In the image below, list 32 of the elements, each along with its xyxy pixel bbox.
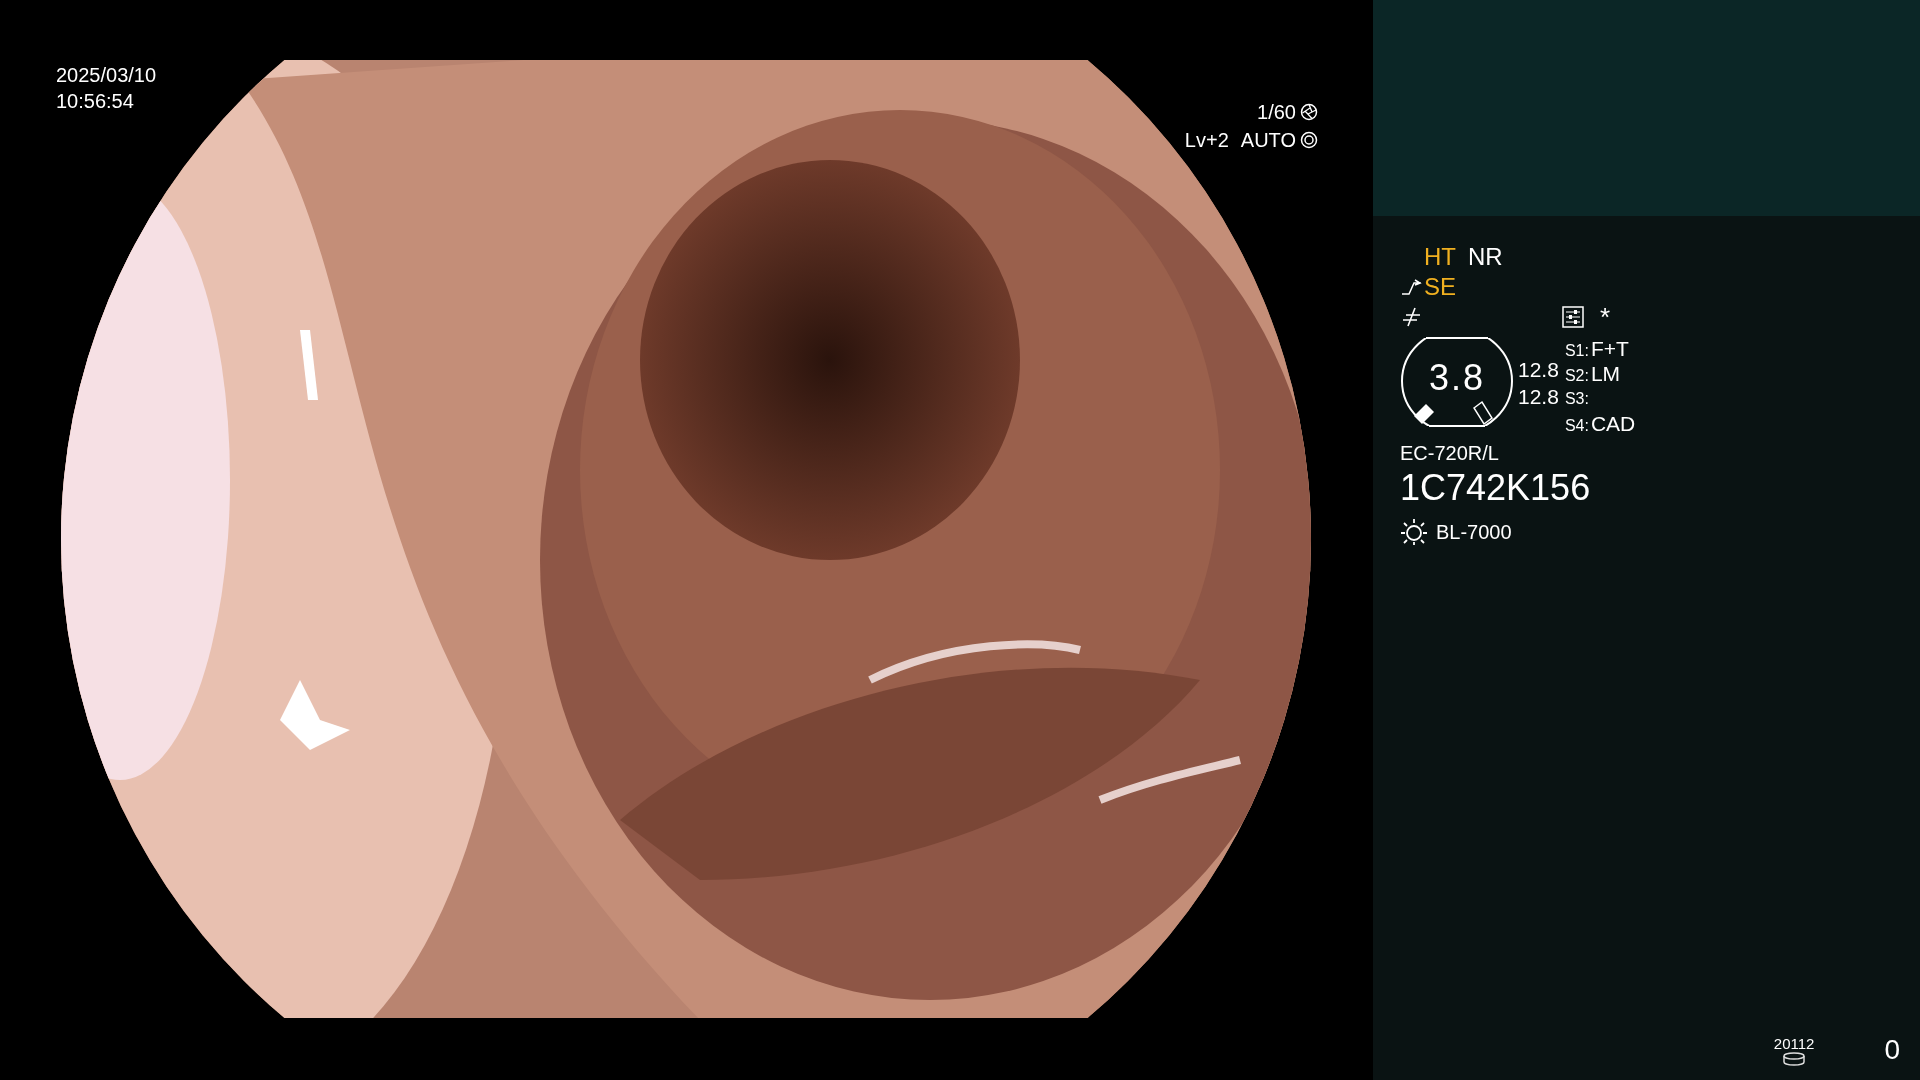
image-mode-label: NR — [1468, 242, 1503, 272]
sliders-icon — [1562, 306, 1584, 328]
switch-key: S1: — [1564, 338, 1589, 363]
curve-arrow-icon — [1400, 277, 1424, 297]
scope-model-text: EC-720R/L — [1400, 441, 1500, 466]
lamp-icon — [1400, 518, 1428, 546]
enhancement-label: SE — [1424, 272, 1456, 302]
switch-key: S4: — [1564, 413, 1589, 438]
zoom-value: 3.8 — [1428, 358, 1485, 398]
zoom-reading: 12.8 — [1518, 357, 1559, 383]
brightness-level-text: Lv+2 — [1184, 128, 1229, 153]
switch-function: CAD — [1590, 411, 1636, 436]
zoom-reading: 12.8 — [1518, 384, 1559, 410]
zoom-gauge-icon — [1400, 336, 1514, 428]
asterisk-mark: * — [1600, 302, 1611, 332]
aperture-icon — [1300, 131, 1318, 149]
iris-mode-text: AUTO — [1240, 128, 1296, 153]
disk-icon — [1782, 1052, 1807, 1066]
storage-count: 20112 — [1773, 1035, 1815, 1052]
switch-key: S3: — [1564, 386, 1589, 411]
image-mode-label: HT — [1424, 242, 1456, 272]
switch-key: S2: — [1564, 363, 1589, 388]
light-source-text: BL-7000 — [1436, 520, 1512, 545]
counter-text: 0 — [1884, 1034, 1900, 1066]
shutter-icon — [1300, 103, 1318, 121]
slashed-line-icon — [1400, 306, 1422, 328]
date-text: 2025/03/10 — [56, 63, 157, 88]
serial-number-text: 1C742K156 — [1400, 466, 1592, 510]
switch-function: LM — [1590, 361, 1621, 386]
shutter-speed-text: 1/60 — [1257, 100, 1296, 125]
time-text: 10:56:54 — [56, 89, 135, 114]
switch-function: F+T — [1590, 336, 1629, 361]
